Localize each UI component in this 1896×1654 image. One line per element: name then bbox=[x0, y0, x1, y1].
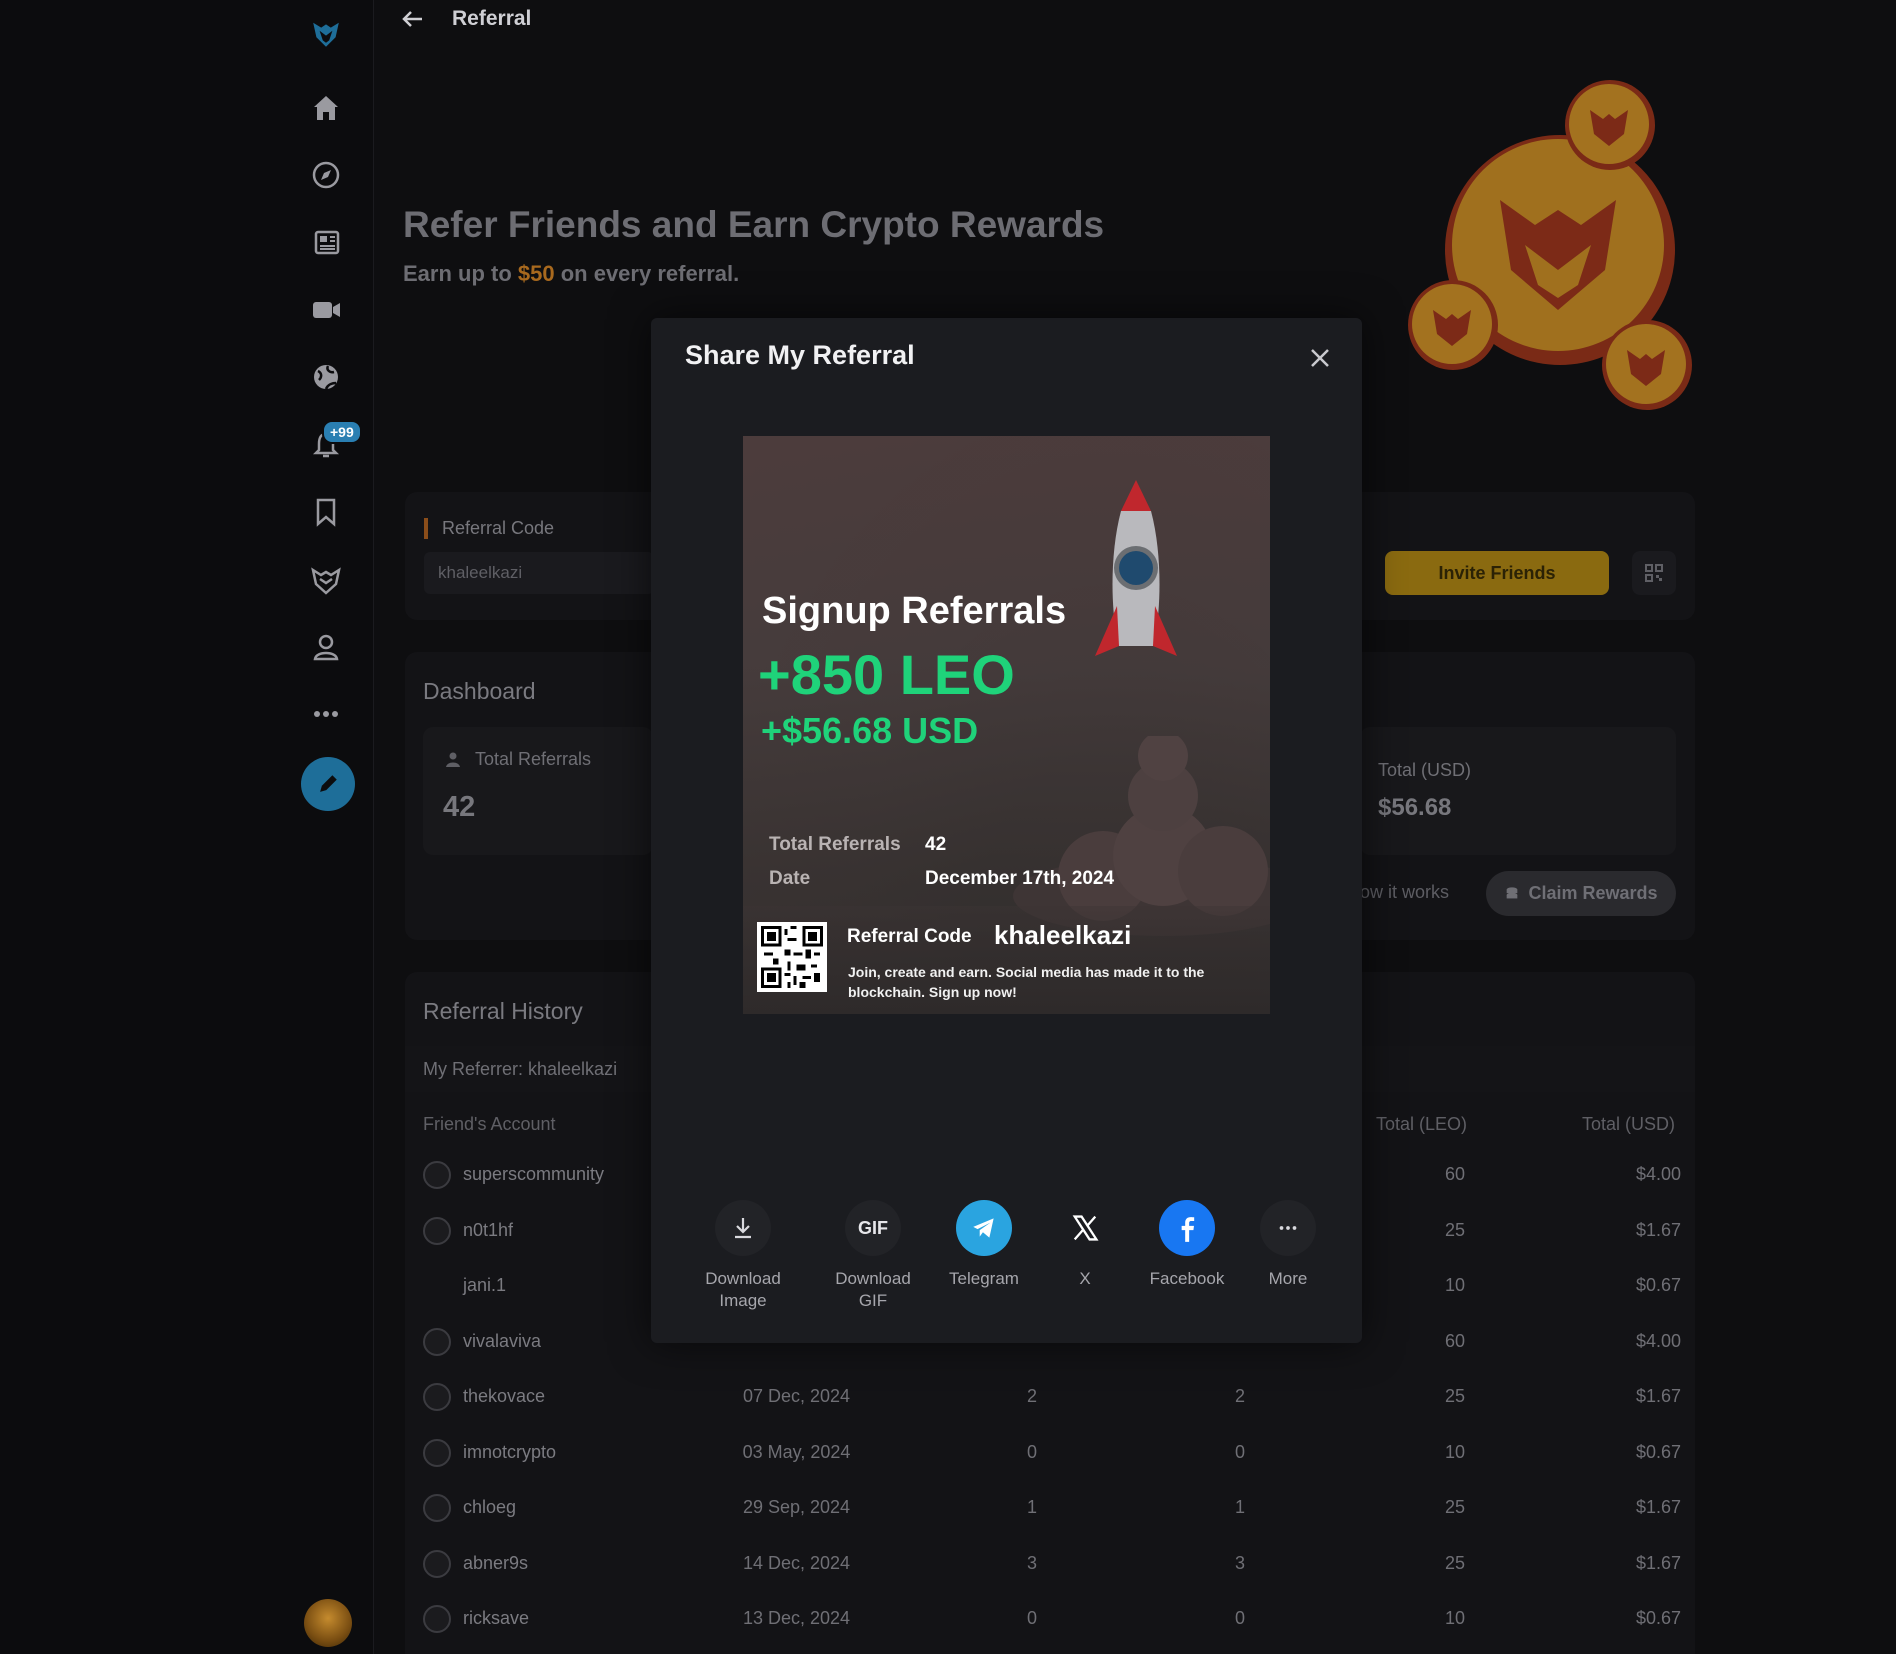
share-referral-modal: Share My Referral Signup Referrals +850 … bbox=[651, 318, 1362, 1343]
close-icon[interactable] bbox=[1306, 344, 1334, 372]
download-gif-label: Download GIF bbox=[835, 1269, 911, 1310]
card-total-referrals-label: Total Referrals bbox=[769, 834, 901, 855]
facebook-share-button[interactable]: Facebook bbox=[1137, 1200, 1237, 1290]
card-usd-amount: +$56.68 USD bbox=[761, 710, 979, 751]
download-icon bbox=[715, 1200, 771, 1256]
x-icon bbox=[1057, 1200, 1113, 1256]
card-leo-amount: +850 LEO bbox=[758, 643, 1015, 706]
facebook-label: Facebook bbox=[1149, 1269, 1225, 1288]
card-title: Signup Referrals bbox=[762, 590, 1067, 632]
card-date-value: December 17th, 2024 bbox=[925, 868, 1115, 889]
card-referral-code-value: khaleelkazi bbox=[994, 920, 1132, 950]
telegram-share-button[interactable]: Telegram bbox=[934, 1200, 1034, 1290]
more-icon bbox=[1260, 1200, 1316, 1256]
card-total-referrals-value: 42 bbox=[925, 834, 947, 855]
x-label: X bbox=[1079, 1269, 1091, 1288]
qr-code-image bbox=[757, 922, 827, 992]
x-share-button[interactable]: X bbox=[1035, 1200, 1135, 1290]
facebook-icon bbox=[1159, 1200, 1215, 1256]
card-referral-code-label: Referral Code bbox=[847, 926, 972, 947]
telegram-icon bbox=[956, 1200, 1012, 1256]
telegram-label: Telegram bbox=[949, 1269, 1019, 1288]
referral-share-card: Signup Referrals +850 LEO +$56.68 USD To… bbox=[743, 436, 1270, 1014]
download-image-label: Download Image bbox=[705, 1269, 781, 1310]
rocket-icon bbox=[1095, 480, 1177, 656]
download-image-button[interactable]: Download Image bbox=[693, 1200, 793, 1312]
card-date-label: Date bbox=[769, 868, 811, 889]
more-share-button[interactable]: More bbox=[1238, 1200, 1338, 1290]
modal-title: Share My Referral bbox=[685, 340, 915, 370]
card-description: Join, create and earn. Social media has … bbox=[848, 964, 1205, 1000]
more-label: More bbox=[1268, 1269, 1308, 1288]
gif-icon: GIF bbox=[845, 1200, 901, 1256]
download-gif-button[interactable]: GIF Download GIF bbox=[823, 1200, 923, 1312]
